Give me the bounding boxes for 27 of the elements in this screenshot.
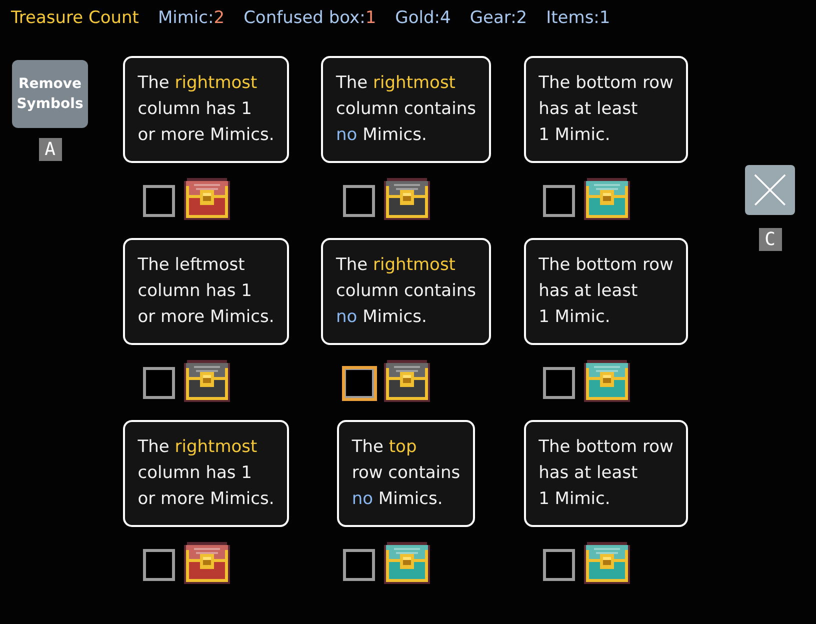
- treasure-count: Mimic:2: [158, 8, 225, 28]
- remove-symbols-button[interactable]: Remove Symbols: [12, 60, 88, 128]
- key-hint: A: [38, 138, 62, 161]
- clue-text: The bottom row has at least 1 Mimic.: [538, 254, 674, 329]
- checkbox[interactable]: [543, 184, 575, 216]
- checkbox[interactable]: [543, 366, 575, 398]
- treasure-count: Gold:4: [395, 8, 451, 28]
- checkbox[interactable]: [343, 548, 375, 580]
- clue-text: The rightmost column contains no Mimics.: [336, 72, 476, 147]
- clue-text: The rightmost column contains no Mimics.: [336, 254, 476, 329]
- checkbox[interactable]: [343, 184, 375, 216]
- title-text: Treasure Count: [11, 8, 139, 28]
- treasure-count: Items:1: [546, 8, 610, 28]
- clue-text: The bottom row has at least 1 Mimic.: [538, 436, 674, 511]
- checkbox[interactable]: [143, 184, 175, 216]
- close-icon: [754, 174, 786, 206]
- checkbox[interactable]: [143, 548, 175, 580]
- key-hint: C: [758, 228, 782, 251]
- clue-text: The bottom row has at least 1 Mimic.: [538, 72, 674, 147]
- treasure-count: Gear:2: [470, 8, 528, 28]
- clue-text: The leftmost column has 1 or more Mimics.: [138, 254, 274, 329]
- checkbox[interactable]: [143, 366, 175, 398]
- clue-text: The rightmost column has 1 or more Mimics.: [138, 436, 274, 511]
- clue-text: The rightmost column has 1 or more Mimics.: [138, 72, 274, 147]
- treasure-count: Confused box:1: [244, 8, 376, 28]
- checkbox[interactable]: [543, 548, 575, 580]
- clue-text: The top row contains no Mimics.: [352, 436, 460, 511]
